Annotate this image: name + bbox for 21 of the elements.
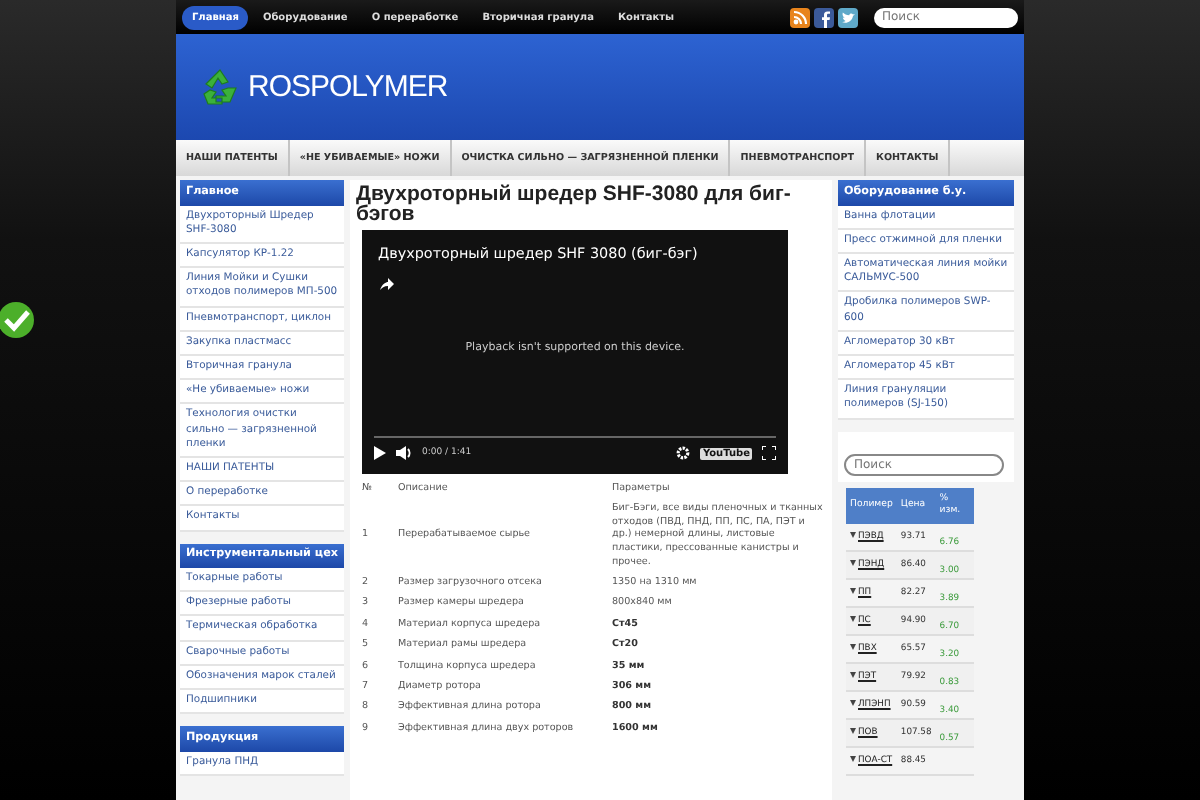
down-triangle-icon bbox=[850, 727, 856, 734]
down-triangle-icon bbox=[850, 755, 856, 762]
down-triangle-icon bbox=[850, 699, 856, 706]
site-logo[interactable]: ROSPOLYMER bbox=[248, 70, 448, 104]
article-title: Двухроторный шредер SHF-3080 для биг-бэгов bbox=[356, 184, 793, 224]
down-triangle-icon bbox=[850, 587, 856, 594]
settings-icon[interactable] bbox=[676, 446, 691, 460]
down-triangle-icon bbox=[850, 615, 856, 622]
rss-icon[interactable] bbox=[790, 7, 810, 27]
down-triangle-icon bbox=[850, 531, 856, 538]
recycle-icon bbox=[198, 65, 242, 109]
fullscreen-icon[interactable] bbox=[762, 446, 776, 460]
volume-icon[interactable] bbox=[396, 446, 412, 460]
down-triangle-icon bbox=[850, 671, 856, 678]
play-icon[interactable] bbox=[374, 446, 386, 460]
facebook-icon[interactable] bbox=[814, 7, 834, 27]
down-triangle-icon bbox=[850, 559, 856, 566]
down-triangle-icon bbox=[850, 643, 856, 650]
share-icon[interactable] bbox=[380, 278, 394, 290]
check-badge-icon bbox=[0, 300, 38, 340]
bird-icon[interactable] bbox=[838, 7, 858, 27]
